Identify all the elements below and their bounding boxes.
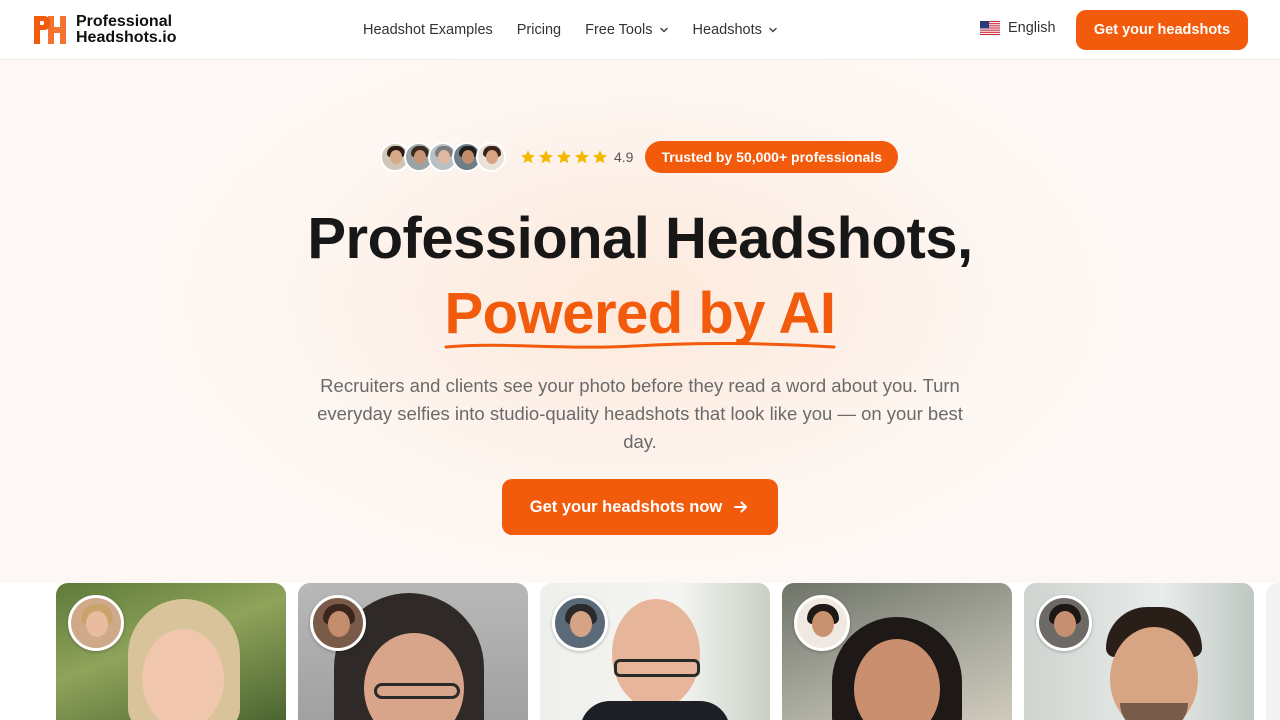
logo-line1: Professional (76, 13, 173, 30)
customer-avatars (380, 142, 506, 172)
star-icon (575, 150, 589, 164)
selfie-thumbnail (68, 595, 124, 651)
headshot-card[interactable] (1024, 583, 1254, 720)
logo[interactable]: Professional Headshots.io (32, 14, 176, 46)
logo-icon (34, 16, 66, 44)
nav-pricing[interactable]: Pricing (517, 22, 561, 38)
nav-label: Free Tools (585, 22, 653, 38)
social-proof: 4.9 Trusted by 50,000+ professionals (380, 140, 899, 174)
nav-headshots[interactable]: Headshots (693, 22, 778, 38)
selfie-thumbnail (1036, 595, 1092, 651)
arrow-right-icon (734, 501, 748, 513)
nav-headshot-examples[interactable]: Headshot Examples (363, 22, 493, 38)
star-icon (539, 150, 553, 164)
language-selector[interactable]: English (980, 20, 1056, 36)
get-headshots-now-button[interactable]: Get your headshots now (502, 479, 778, 535)
headshot-card[interactable] (298, 583, 528, 720)
headshot-card[interactable] (782, 583, 1012, 720)
rating-stars (520, 149, 608, 165)
nav-label: Headshot Examples (363, 22, 493, 38)
language-label: English (1008, 20, 1056, 36)
chevron-down-icon (769, 27, 777, 33)
selfie-thumbnail (552, 595, 608, 651)
chevron-down-icon (659, 27, 668, 33)
headshot-card-partial (1266, 583, 1280, 720)
star-icon (521, 150, 535, 164)
headshot-card[interactable] (56, 583, 286, 720)
nav-label: Headshots (692, 22, 762, 38)
nav-free-tools[interactable]: Free Tools (585, 22, 668, 38)
star-icon (593, 150, 607, 164)
nav-label: Pricing (516, 22, 562, 38)
star-icon (557, 150, 571, 164)
logo-line2: Headshots.io (76, 29, 177, 46)
get-headshots-button[interactable]: Get your headshots (1076, 10, 1248, 50)
underline-squiggle (444, 341, 836, 349)
site-header: Professional Headshots.io Headshot Examp… (0, 0, 1280, 60)
selfie-thumbnail (310, 595, 366, 651)
trusted-badge: Trusted by 50,000+ professionals (645, 141, 899, 173)
selfie-thumbnail (794, 595, 850, 651)
avatar (476, 142, 506, 172)
hero-title-accent: Powered by AI (444, 281, 836, 346)
main-nav: Headshot Examples Pricing Free Tools Hea… (363, 0, 778, 60)
rating-value: 4.9 (614, 149, 634, 165)
us-flag-icon (980, 21, 1000, 35)
hero-title: Professional Headshots, (307, 206, 973, 271)
hero-subtitle: Recruiters and clients see your photo be… (317, 375, 963, 452)
cta-label: Get your headshots now (529, 497, 723, 516)
headshot-card[interactable] (540, 583, 770, 720)
headshot-gallery (0, 583, 1280, 720)
